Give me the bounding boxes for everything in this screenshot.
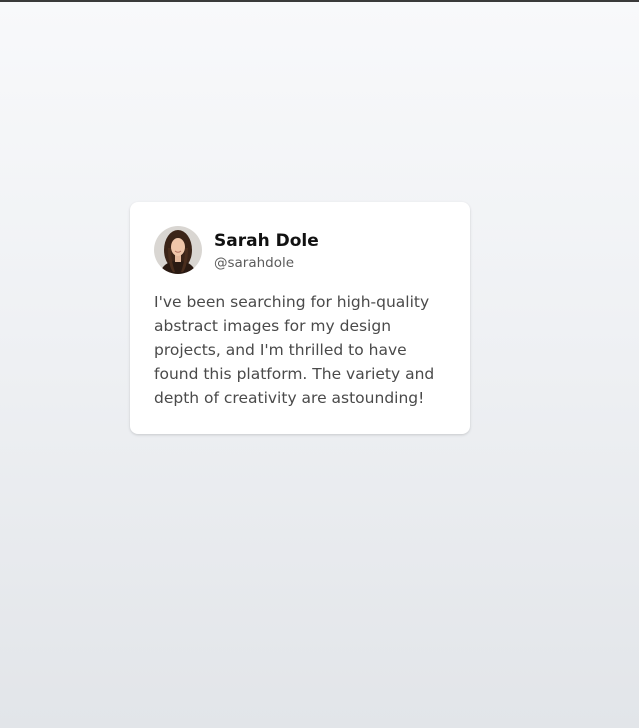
testimonial-card: Sarah Dole @sarahdole I've been searchin… [130,202,470,434]
testimonial-quote: I've been searching for high-quality abs… [154,293,435,407]
identity: Sarah Dole @sarahdole [214,228,319,272]
author-handle: @sarahdole [214,255,295,271]
avatar-photo-icon [154,226,202,274]
avatar [154,226,202,274]
testimonial-header: Sarah Dole @sarahdole [154,226,446,274]
author-name: Sarah Dole [214,231,319,251]
top-border [0,0,639,2]
